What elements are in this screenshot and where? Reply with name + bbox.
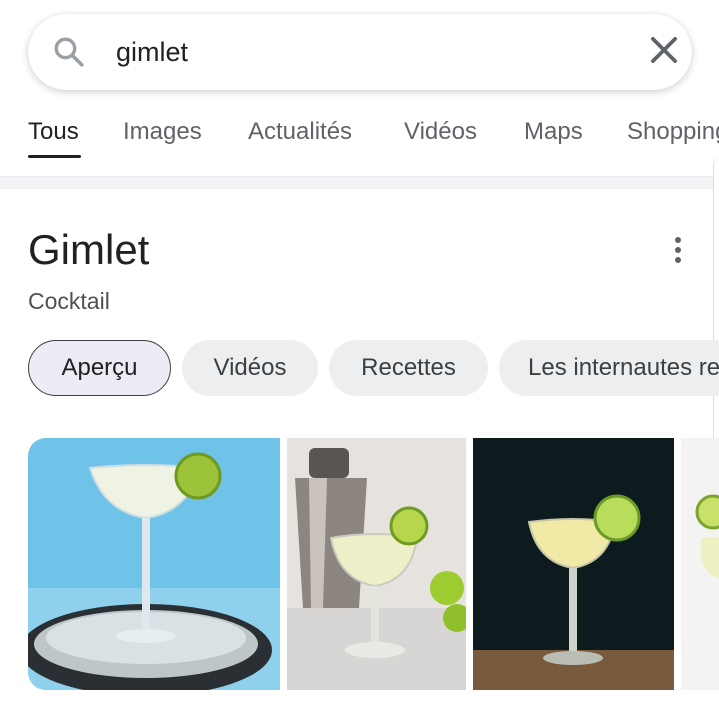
tab-images[interactable]: Images <box>123 118 202 146</box>
cocktail-image-3[interactable] <box>473 438 674 690</box>
section-divider <box>0 176 719 189</box>
tab-videos[interactable]: Vidéos <box>404 118 477 146</box>
more-vert-icon[interactable] <box>664 232 692 268</box>
tab-actualites[interactable]: Actualités <box>248 118 352 146</box>
chip-apercu[interactable]: Aperçu <box>28 340 171 396</box>
active-tab-indicator <box>28 155 81 158</box>
cocktail-image-1[interactable] <box>28 438 280 690</box>
side-panel-edge <box>713 158 719 460</box>
tab-tous[interactable]: Tous <box>28 118 79 146</box>
search-input[interactable] <box>116 32 616 72</box>
chip-videos[interactable]: Vidéos <box>182 340 318 396</box>
cocktail-image-4[interactable] <box>681 438 719 690</box>
search-bar[interactable] <box>28 14 692 90</box>
cocktail-image-2[interactable] <box>287 438 466 690</box>
tab-shopping[interactable]: Shopping <box>627 118 719 146</box>
search-tabs: Tous Images Actualités Vidéos Maps Shopp… <box>0 118 719 162</box>
search-icon[interactable] <box>52 35 86 69</box>
chip-related-searches[interactable]: Les internautes recherchent aussi <box>499 340 719 396</box>
chip-recettes[interactable]: Recettes <box>329 340 488 396</box>
tab-maps[interactable]: Maps <box>524 118 583 146</box>
panel-subtitle: Cocktail <box>28 288 110 314</box>
panel-title: Gimlet <box>28 226 150 273</box>
close-icon[interactable] <box>645 31 683 69</box>
